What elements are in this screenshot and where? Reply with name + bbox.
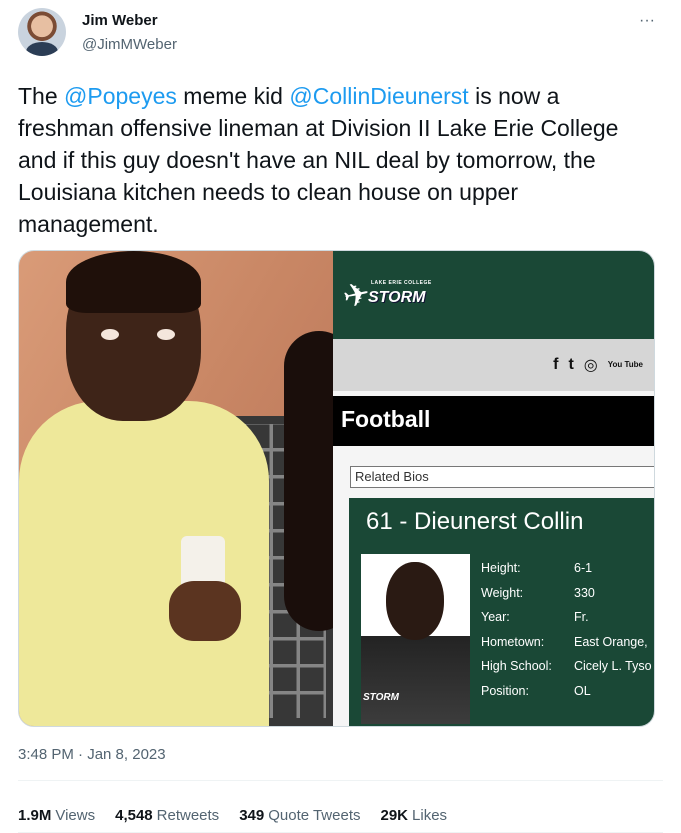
kid-hair <box>66 251 201 313</box>
player-jersey <box>361 636 470 724</box>
more-options-icon[interactable]: ··· <box>639 12 655 30</box>
jersey-storm-text: STORM <box>363 692 399 703</box>
tweet-text-part: The <box>18 83 65 109</box>
bio-label: High School: <box>481 659 552 673</box>
user-name[interactable]: Jim Weber <box>82 11 158 31</box>
twitter-icon[interactable]: t <box>568 356 573 374</box>
related-bios-select[interactable]: Related Bios <box>350 466 654 488</box>
football-title: Football <box>341 406 431 432</box>
stat-value: 349 <box>239 807 265 824</box>
bio-value: OL <box>574 683 591 698</box>
bio-row-height: Height: 6-1 <box>481 556 654 581</box>
kid-shirt <box>19 401 269 726</box>
bio-label: Weight: <box>481 585 524 600</box>
player-name-number: 61 - Dieunerst Collin <box>366 508 584 535</box>
tweet-stats: 1.9M Views 4,548 Retweets 349 Quote Tweets … <box>18 807 447 824</box>
stat-value: 29K <box>380 807 409 824</box>
mention-link-collin[interactable]: @CollinDieunerst <box>289 83 468 109</box>
user-avatar[interactable] <box>18 8 66 56</box>
bio-label: Hometown: <box>481 634 545 649</box>
college-bio-screenshot[interactable]: ✈ LAKE ERIE COLLEGE STORM f t ◎ You Tube… <box>333 251 654 726</box>
retweets-stat[interactable]: 4,548 Retweets <box>115 807 219 824</box>
tweet-text: The @Popeyes meme kid @CollinDieunerst i… <box>18 80 658 240</box>
player-photo: STORM <box>361 554 470 724</box>
bio-value: Cicely L. Tyso <box>574 659 652 673</box>
stat-value: 1.9M <box>18 807 52 824</box>
player-details: Height: 6-1 Weight: 330 Year: Fr. Hometown:… <box>481 556 654 704</box>
meme-photo[interactable] <box>19 251 354 726</box>
player-head <box>386 562 444 640</box>
kid-right-eye <box>157 329 175 340</box>
tweet-timestamp[interactable]: 3:48 PM · Jan 8, 2023 <box>18 746 166 763</box>
bio-label: Position: <box>481 683 529 698</box>
storm-logo: ✈ LAKE ERIE COLLEGE STORM <box>340 271 453 316</box>
tweet-media[interactable]: ✈ LAKE ERIE COLLEGE STORM f t ◎ You Tube… <box>18 250 655 727</box>
likes-stat[interactable]: 29K Likes <box>381 807 448 824</box>
player-bio-card: 61 - Dieunerst Collin STORM Height: 6-1 W… <box>349 498 654 726</box>
social-links: f t ◎ You Tube <box>553 355 643 375</box>
logo-storm-text: STORM <box>368 289 426 306</box>
bio-value: Fr. <box>574 610 589 624</box>
bio-value: East Orange, <box>574 634 648 649</box>
mention-link-popeyes[interactable]: @Popeyes <box>64 83 177 109</box>
stat-label: Views <box>55 807 96 824</box>
college-header: ✈ LAKE ERIE COLLEGE STORM <box>333 251 654 339</box>
bio-row-high-school: High School: Cicely L. Tyso <box>481 654 654 679</box>
user-handle[interactable]: @JimMWeber <box>82 35 177 55</box>
football-section-bar: Football <box>333 396 654 446</box>
facebook-icon[interactable]: f <box>553 356 558 374</box>
quote-tweets-stat[interactable]: 349 Quote Tweets <box>239 807 360 824</box>
bio-row-hometown: Hometown: East Orange, <box>481 630 654 655</box>
views-stat[interactable]: 1.9M Views <box>18 807 95 824</box>
stat-label: Retweets <box>156 807 220 824</box>
kid-left-eye <box>101 329 119 340</box>
bio-row-year: Year: Fr. <box>481 605 654 630</box>
bio-row-weight: Weight: 330 <box>481 581 654 606</box>
tweet-header: Jim Weber @JimMWeber ··· <box>18 8 663 64</box>
bio-label: Height: <box>481 561 521 575</box>
logo-college-name: LAKE ERIE COLLEGE <box>371 280 432 286</box>
youtube-icon[interactable]: You Tube <box>608 361 643 369</box>
divider <box>18 780 663 781</box>
stat-value: 4,548 <box>115 807 153 824</box>
tweet-text-part: meme kid <box>176 83 290 109</box>
bio-value: 330 <box>574 585 595 600</box>
bio-row-position: Position: OL <box>481 679 654 704</box>
bio-value: 6-1 <box>574 561 593 575</box>
instagram-icon[interactable]: ◎ <box>584 355 598 375</box>
stat-label: Likes <box>412 807 448 824</box>
bio-label: Year: <box>481 610 510 624</box>
kid-hand <box>169 581 241 641</box>
stat-label: Quote Tweets <box>268 807 361 824</box>
